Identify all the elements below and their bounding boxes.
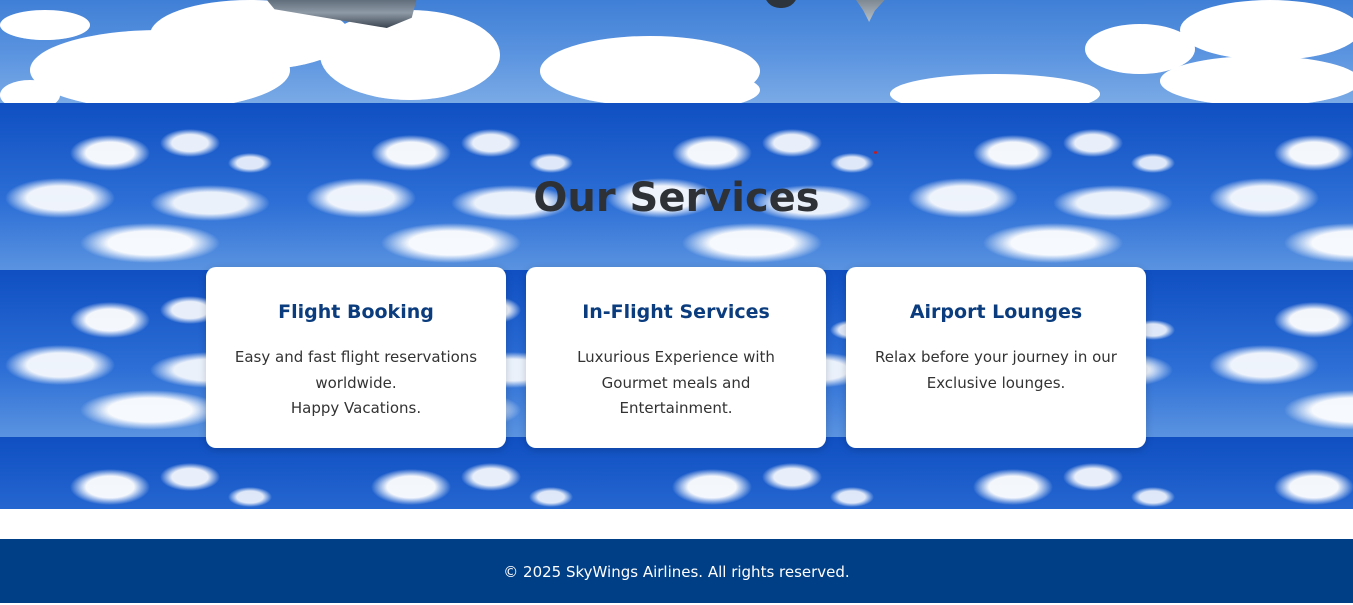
description-line: Easy and fast flight reservations xyxy=(234,348,478,366)
cloud-shape xyxy=(1160,56,1353,103)
description-line: Relax before your journey in our xyxy=(875,348,1117,366)
site-footer: © 2025 SkyWings Airlines. All rights res… xyxy=(0,539,1353,603)
cloud-shape xyxy=(1180,0,1353,60)
airplane-engine xyxy=(764,0,798,8)
service-card-title: Airport Lounges xyxy=(909,301,1083,323)
service-card-description: Luxurious Experience with Gourmet meals … xyxy=(548,345,804,422)
cloud-shape xyxy=(0,10,90,40)
service-card-flight-booking: Flight Booking Easy and fast flight rese… xyxy=(206,267,506,448)
red-dot xyxy=(874,151,877,154)
description-line: Happy Vacations. xyxy=(290,399,422,417)
description-line: Gourmet meals and xyxy=(601,373,751,392)
service-card-title: Flight Booking xyxy=(278,301,434,323)
hero-banner xyxy=(0,0,1353,103)
services-section: Our Services Flight Booking Easy and fas… xyxy=(0,103,1353,509)
airplane-tail xyxy=(852,0,890,22)
description-line: worldwide. xyxy=(315,373,397,392)
description-line: Luxurious Experience with xyxy=(577,348,775,366)
cloud-shape xyxy=(320,10,500,100)
cloud-shape xyxy=(600,70,760,103)
section-spacer xyxy=(0,509,1353,539)
description-line: Entertainment. xyxy=(619,399,733,417)
description-line: Exclusive lounges. xyxy=(926,373,1066,392)
service-card-description: Relax before your journey in our Exclusi… xyxy=(868,345,1124,396)
services-title: Our Services xyxy=(533,175,820,221)
cloud-shape xyxy=(0,80,60,103)
service-card-description: Easy and fast flight reservations worldw… xyxy=(228,345,484,422)
footer-copyright: © 2025 SkyWings Airlines. All rights res… xyxy=(503,563,850,581)
cloud-shape xyxy=(890,74,1100,103)
service-card-airport-lounges: Airport Lounges Relax before your journe… xyxy=(846,267,1146,448)
service-card-in-flight-services: In-Flight Services Luxurious Experience … xyxy=(526,267,826,448)
service-card-title: In-Flight Services xyxy=(582,301,770,323)
